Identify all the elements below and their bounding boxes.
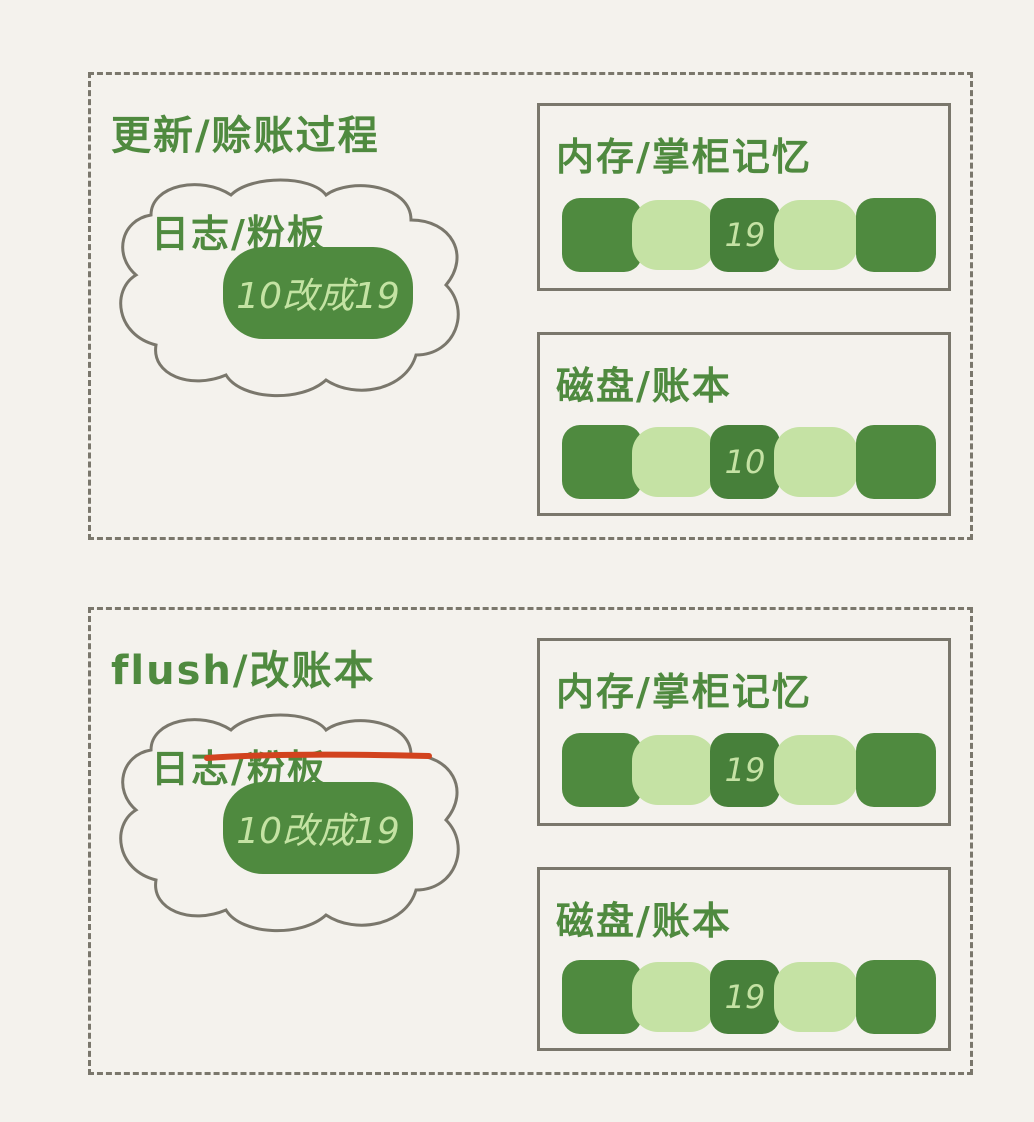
data-block	[562, 425, 642, 499]
data-block	[632, 962, 716, 1032]
data-block	[562, 733, 642, 807]
value-block: 19	[710, 733, 780, 807]
data-block	[774, 735, 858, 805]
data-block	[632, 735, 716, 805]
data-block	[632, 200, 716, 270]
log-cloud: 日志/粉板 10改成19	[111, 175, 471, 405]
value-block: 10	[710, 425, 780, 499]
disk-blocks: 10	[562, 425, 936, 499]
strikethrough-line	[204, 751, 432, 761]
disk-title: 磁盘/账本	[556, 364, 732, 408]
log-cloud: 日志/粉板 10改成19	[111, 710, 471, 940]
disk-box: 磁盘/账本 10	[537, 332, 951, 516]
memory-box: 内存/掌柜记忆 19	[537, 103, 951, 291]
memory-title: 内存/掌柜记忆	[556, 670, 812, 714]
data-block	[632, 427, 716, 497]
data-block	[774, 427, 858, 497]
data-block	[774, 200, 858, 270]
disk-blocks: 19	[562, 960, 936, 1034]
value-block: 19	[710, 198, 780, 272]
value-block: 19	[710, 960, 780, 1034]
memory-blocks: 19	[562, 198, 936, 272]
data-block	[856, 425, 936, 499]
data-block	[562, 960, 642, 1034]
panel-title: flush/改账本	[111, 648, 376, 694]
update-process-panel: 更新/赊账过程 日志/粉板 10改成19 内存/掌柜记忆 19 磁盘/账本 10	[88, 72, 973, 540]
data-block	[856, 733, 936, 807]
disk-box: 磁盘/账本 19	[537, 867, 951, 1051]
memory-title: 内存/掌柜记忆	[556, 135, 812, 179]
panel-title: 更新/赊账过程	[111, 113, 380, 159]
data-block	[856, 198, 936, 272]
memory-box: 内存/掌柜记忆 19	[537, 638, 951, 826]
data-block	[774, 962, 858, 1032]
data-block	[562, 198, 642, 272]
data-block	[856, 960, 936, 1034]
disk-title: 磁盘/账本	[556, 899, 732, 943]
flush-panel: flush/改账本 日志/粉板 10改成19 内存/掌柜记忆 19 磁盘/账本 …	[88, 607, 973, 1075]
log-entry: 10改成19	[223, 247, 413, 339]
memory-blocks: 19	[562, 733, 936, 807]
